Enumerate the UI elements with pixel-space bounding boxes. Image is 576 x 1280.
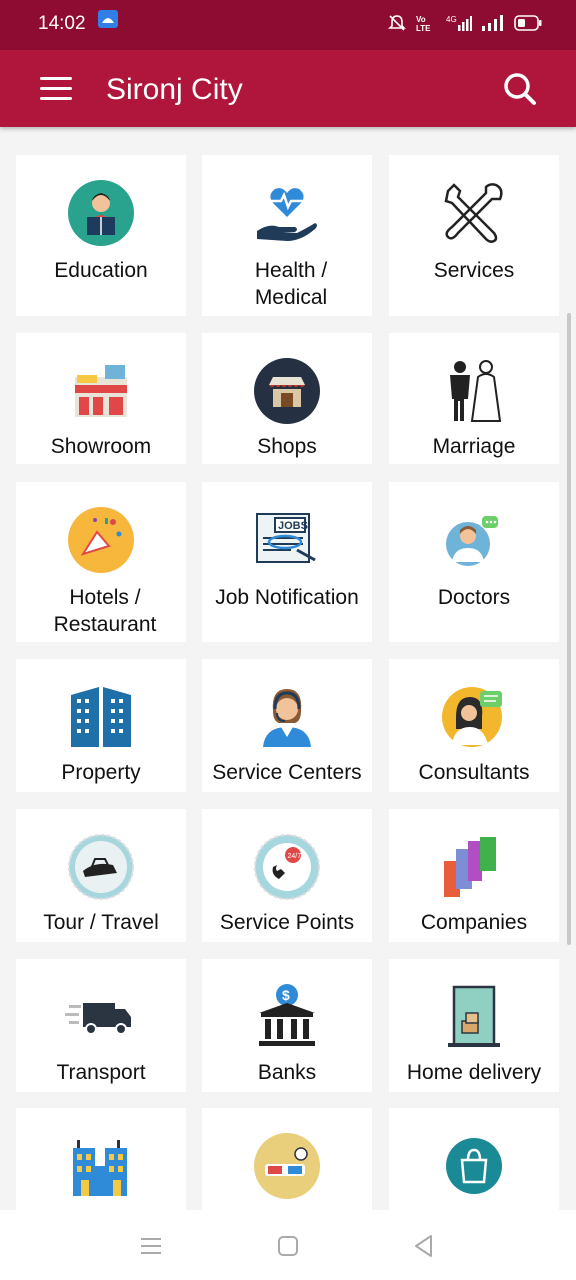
showroom-icon	[65, 355, 137, 427]
category-tile-3d-cinema[interactable]	[202, 1108, 372, 1210]
city-buildings-icon	[65, 1130, 137, 1202]
category-tile-services[interactable]: Services	[389, 155, 559, 316]
category-label: Education	[54, 259, 148, 282]
category-tile-banks[interactable]: $ Banks	[202, 959, 372, 1092]
marriage-icon	[438, 355, 510, 427]
category-tile-hotels-restaurant[interactable]: Hotels / Restaurant	[16, 482, 186, 642]
category-label: Companies	[420, 911, 528, 934]
service-point-icon: 24/7	[251, 831, 323, 903]
category-tile-city[interactable]	[16, 1108, 186, 1210]
category-label: Showroom	[50, 435, 152, 458]
tools-icon	[438, 177, 510, 249]
building-icon	[65, 681, 137, 753]
support-agent-icon	[251, 681, 323, 753]
category-grid: Education Health / Medical Services Show…	[0, 127, 576, 1210]
consultant-icon	[438, 681, 510, 753]
back-triangle-icon	[415, 1235, 432, 1257]
category-tile-service-centers[interactable]: Service Centers	[202, 659, 372, 792]
battery-icon	[514, 14, 542, 36]
3d-glasses-icon	[251, 1130, 323, 1202]
category-tile-shopping[interactable]	[389, 1108, 559, 1210]
category-tile-shops[interactable]: Shops	[202, 333, 372, 464]
category-tile-doctors[interactable]: Doctors	[389, 482, 559, 642]
page-title: Sironj City	[106, 73, 243, 106]
svg-text:LTE: LTE	[416, 24, 431, 32]
app-toolbar: Sironj City	[0, 50, 576, 127]
category-tile-showroom[interactable]: Showroom	[16, 333, 186, 464]
shopping-bag-icon	[438, 1130, 510, 1202]
category-tile-health-medical[interactable]: Health / Medical	[202, 155, 372, 316]
category-label: Hotels / Restaurant	[53, 586, 157, 636]
category-tile-companies[interactable]: Companies	[389, 809, 559, 942]
hamburger-menu-icon	[40, 77, 72, 100]
mute-bell-icon	[388, 14, 406, 37]
category-label: Health / Medical	[254, 259, 328, 309]
status-time: 14:02	[38, 13, 86, 34]
signal-icon	[482, 14, 504, 37]
search-button[interactable]	[500, 70, 540, 110]
category-tile-home-delivery[interactable]: Home delivery	[389, 959, 559, 1092]
category-label: Doctors	[437, 586, 511, 609]
network-type-text: 4G	[446, 15, 457, 24]
education-icon	[65, 177, 137, 249]
category-tile-property[interactable]: Property	[16, 659, 186, 792]
status-bar: 14:02 Vo LTE 4G	[0, 0, 576, 50]
category-label: Property	[61, 761, 141, 784]
menu-button[interactable]	[38, 72, 78, 106]
status-icons: Vo LTE 4G	[388, 14, 542, 36]
jobs-newspaper-icon: JOBS	[251, 504, 323, 576]
system-nav-bar	[0, 1210, 576, 1280]
truck-icon	[65, 981, 137, 1053]
doctor-icon	[438, 504, 510, 576]
category-label: Consultants	[418, 761, 530, 784]
category-label: Tour / Travel	[43, 911, 159, 934]
companies-icon	[438, 831, 510, 903]
party-icon	[65, 504, 137, 576]
home-button[interactable]	[274, 1232, 302, 1260]
shop-icon	[251, 355, 323, 427]
signal-4g-icon: 4G	[446, 14, 472, 37]
health-icon	[251, 177, 323, 249]
back-button[interactable]	[410, 1232, 438, 1260]
volte-icon: Vo LTE	[416, 14, 436, 37]
category-tile-job-notification[interactable]: JOBS Job Notification	[202, 482, 372, 642]
square-icon	[278, 1236, 298, 1256]
category-label: Transport	[56, 1061, 146, 1084]
category-label: Service Points	[219, 911, 355, 934]
category-tile-marriage[interactable]: Marriage	[389, 333, 559, 464]
scrollbar[interactable]	[567, 313, 571, 945]
menu-lines-icon	[141, 1238, 161, 1254]
home-delivery-icon	[438, 981, 510, 1053]
search-icon	[504, 73, 536, 105]
category-tile-service-points[interactable]: 24/7 Service Points	[202, 809, 372, 942]
category-label: Job Notification	[215, 586, 359, 609]
svg-text:JOBS: JOBS	[278, 520, 308, 532]
category-tile-transport[interactable]: Transport	[16, 959, 186, 1092]
category-label: Shops	[257, 435, 317, 458]
category-label: Marriage	[432, 435, 516, 458]
recent-apps-button[interactable]	[137, 1232, 165, 1260]
svg-text:Vo: Vo	[416, 15, 426, 24]
travel-icon	[65, 831, 137, 903]
category-label: Banks	[257, 1061, 317, 1084]
category-label: Service Centers	[212, 761, 362, 784]
category-tile-consultants[interactable]: Consultants	[389, 659, 559, 792]
bank-icon: $	[251, 981, 323, 1053]
svg-text:$: $	[282, 987, 290, 1003]
category-label: Home delivery	[406, 1061, 542, 1084]
category-label: Services	[433, 259, 515, 282]
svg-text:24/7: 24/7	[288, 853, 302, 860]
category-tile-tour-travel[interactable]: Tour / Travel	[16, 809, 186, 942]
category-tile-education[interactable]: Education	[16, 155, 186, 316]
